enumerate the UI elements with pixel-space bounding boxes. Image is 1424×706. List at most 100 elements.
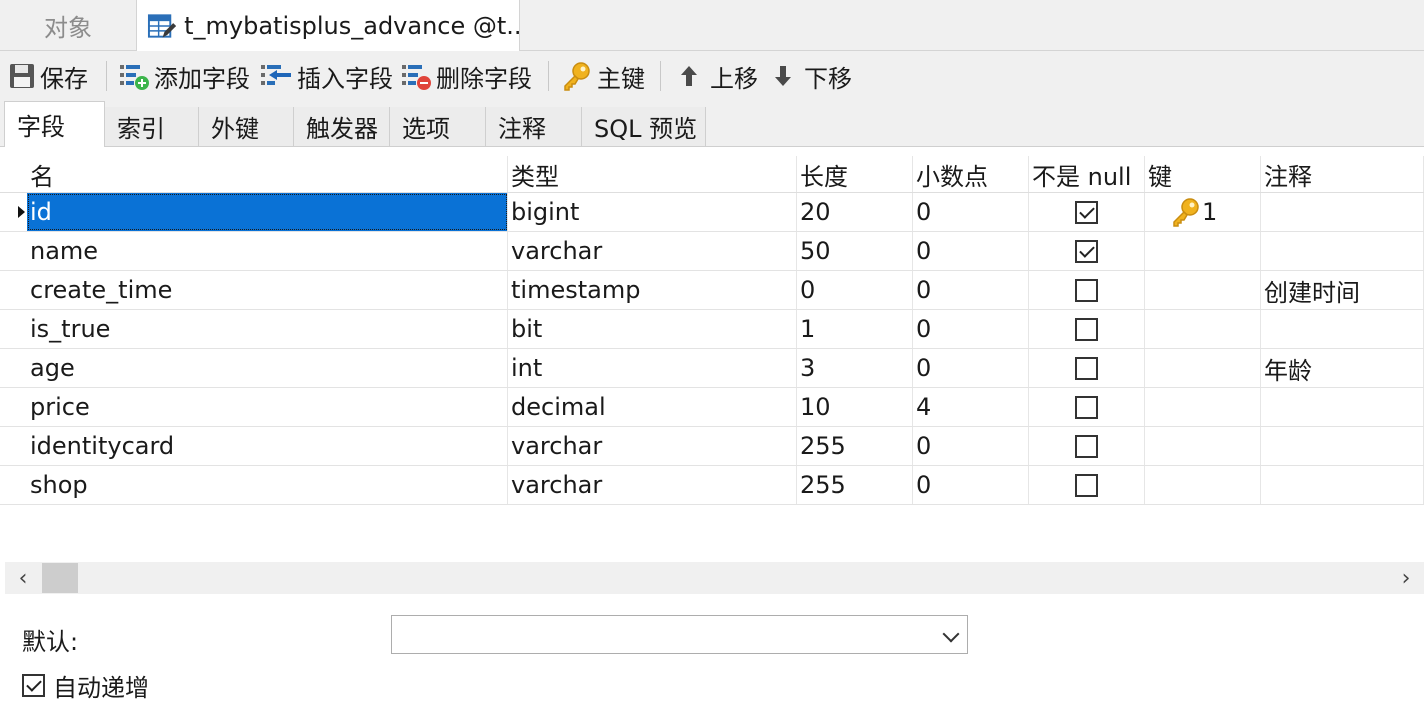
primary-key-button[interactable]: 主键: [561, 57, 645, 95]
cell-not-null[interactable]: [1029, 310, 1145, 348]
cell-not-null[interactable]: [1029, 232, 1145, 270]
not-null-checkbox[interactable]: [1075, 395, 1098, 419]
cell-name[interactable]: shop: [27, 466, 508, 504]
cell-comment[interactable]: [1261, 232, 1424, 270]
cell-key[interactable]: [1145, 310, 1261, 348]
cell-name[interactable]: id: [27, 193, 508, 231]
tab-indexes[interactable]: 索引: [105, 107, 199, 146]
not-null-checkbox[interactable]: [1075, 473, 1098, 497]
cell-length[interactable]: 50: [797, 232, 913, 270]
not-null-checkbox[interactable]: [1075, 239, 1098, 263]
cell-not-null[interactable]: [1029, 388, 1145, 426]
cell-type[interactable]: varchar: [508, 427, 797, 465]
tab-comment[interactable]: 注释: [486, 107, 582, 146]
not-null-checkbox[interactable]: [1075, 356, 1098, 380]
cell-decimals[interactable]: 0: [913, 466, 1029, 504]
cell-name[interactable]: price: [27, 388, 508, 426]
cell-key[interactable]: [1145, 232, 1261, 270]
column-header-comment[interactable]: 注释: [1261, 156, 1424, 192]
tab-triggers[interactable]: 触发器: [294, 107, 390, 146]
column-header-type[interactable]: 类型: [508, 156, 797, 192]
table-row[interactable]: identitycard varchar 255 0: [0, 427, 1424, 466]
cell-comment[interactable]: [1261, 466, 1424, 504]
cell-type[interactable]: timestamp: [508, 271, 797, 309]
cell-not-null[interactable]: [1029, 466, 1145, 504]
cell-name[interactable]: age: [27, 349, 508, 387]
cell-key[interactable]: [1145, 271, 1261, 309]
cell-name[interactable]: is_true: [27, 310, 508, 348]
column-header-key[interactable]: 键: [1145, 156, 1261, 192]
delete-field-button[interactable]: 删除字段: [400, 57, 532, 95]
cell-comment[interactable]: [1261, 310, 1424, 348]
tab-sql-preview[interactable]: SQL 预览: [582, 107, 706, 146]
scroll-right-icon[interactable]: ›: [1388, 562, 1424, 594]
horizontal-scrollbar[interactable]: ‹ ›: [5, 562, 1424, 594]
cell-type[interactable]: varchar: [508, 466, 797, 504]
save-button[interactable]: 保存: [8, 57, 88, 95]
move-up-button[interactable]: 上移: [676, 57, 758, 95]
cell-length[interactable]: 255: [797, 466, 913, 504]
cell-decimals[interactable]: 0: [913, 310, 1029, 348]
cell-name[interactable]: name: [27, 232, 508, 270]
insert-field-button[interactable]: 插入字段: [259, 57, 393, 95]
cell-name[interactable]: create_time: [27, 271, 508, 309]
tab-fields[interactable]: 字段: [4, 101, 105, 147]
table-row[interactable]: is_true bit 1 0: [0, 310, 1424, 349]
table-row[interactable]: age int 3 0 年龄: [0, 349, 1424, 388]
cell-decimals[interactable]: 0: [913, 349, 1029, 387]
cell-length[interactable]: 1: [797, 310, 913, 348]
cell-length[interactable]: 20: [797, 193, 913, 231]
cell-decimals[interactable]: 0: [913, 427, 1029, 465]
table-row[interactable]: shop varchar 255 0: [0, 466, 1424, 505]
cell-type[interactable]: int: [508, 349, 797, 387]
cell-not-null[interactable]: [1029, 349, 1145, 387]
cell-key[interactable]: [1145, 388, 1261, 426]
not-null-checkbox[interactable]: [1075, 434, 1098, 458]
cell-type[interactable]: varchar: [508, 232, 797, 270]
cell-not-null[interactable]: [1029, 427, 1145, 465]
auto-increment-option[interactable]: 自动递增: [22, 668, 149, 703]
cell-key[interactable]: 1: [1145, 193, 1261, 231]
table-row[interactable]: price decimal 10 4: [0, 388, 1424, 427]
cell-length[interactable]: 0: [797, 271, 913, 309]
move-down-button[interactable]: 下移: [770, 57, 852, 95]
cell-decimals[interactable]: 0: [913, 232, 1029, 270]
cell-decimals[interactable]: 0: [913, 271, 1029, 309]
cell-length[interactable]: 255: [797, 427, 913, 465]
column-header-length[interactable]: 长度: [797, 156, 913, 192]
cell-name[interactable]: identitycard: [27, 427, 508, 465]
cell-comment[interactable]: 年龄: [1261, 349, 1424, 387]
cell-comment[interactable]: 创建时间: [1261, 271, 1424, 309]
cell-length[interactable]: 10: [797, 388, 913, 426]
cell-not-null[interactable]: [1029, 271, 1145, 309]
column-header-decimals[interactable]: 小数点: [913, 156, 1029, 192]
column-header-name[interactable]: 名: [27, 156, 508, 192]
cell-decimals[interactable]: 0: [913, 193, 1029, 231]
not-null-checkbox[interactable]: [1075, 317, 1098, 341]
tab-foreign-keys[interactable]: 外键: [199, 107, 294, 146]
table-row[interactable]: name varchar 50 0: [0, 232, 1424, 271]
cell-comment[interactable]: [1261, 193, 1424, 231]
cell-comment[interactable]: [1261, 427, 1424, 465]
tab-objects[interactable]: 对象: [0, 0, 136, 50]
cell-decimals[interactable]: 4: [913, 388, 1029, 426]
cell-not-null[interactable]: [1029, 193, 1145, 231]
cell-key[interactable]: [1145, 427, 1261, 465]
not-null-checkbox[interactable]: [1075, 278, 1098, 302]
table-row[interactable]: id bigint 20 0 1: [0, 193, 1424, 232]
tab-options[interactable]: 选项: [390, 107, 486, 146]
auto-increment-checkbox[interactable]: [22, 674, 45, 697]
scroll-thumb[interactable]: [42, 563, 78, 593]
cell-type[interactable]: decimal: [508, 388, 797, 426]
cell-length[interactable]: 3: [797, 349, 913, 387]
cell-type[interactable]: bit: [508, 310, 797, 348]
tab-table-design[interactable]: t_mybatisplus_advance @t...: [136, 0, 520, 51]
not-null-checkbox[interactable]: [1075, 200, 1098, 224]
cell-type[interactable]: bigint: [508, 193, 797, 231]
cell-comment[interactable]: [1261, 388, 1424, 426]
add-field-button[interactable]: 添加字段: [118, 57, 250, 95]
column-header-not-null[interactable]: 不是 null: [1029, 156, 1145, 192]
default-value-select[interactable]: [391, 615, 968, 654]
scroll-left-icon[interactable]: ‹: [5, 562, 41, 594]
cell-key[interactable]: [1145, 349, 1261, 387]
